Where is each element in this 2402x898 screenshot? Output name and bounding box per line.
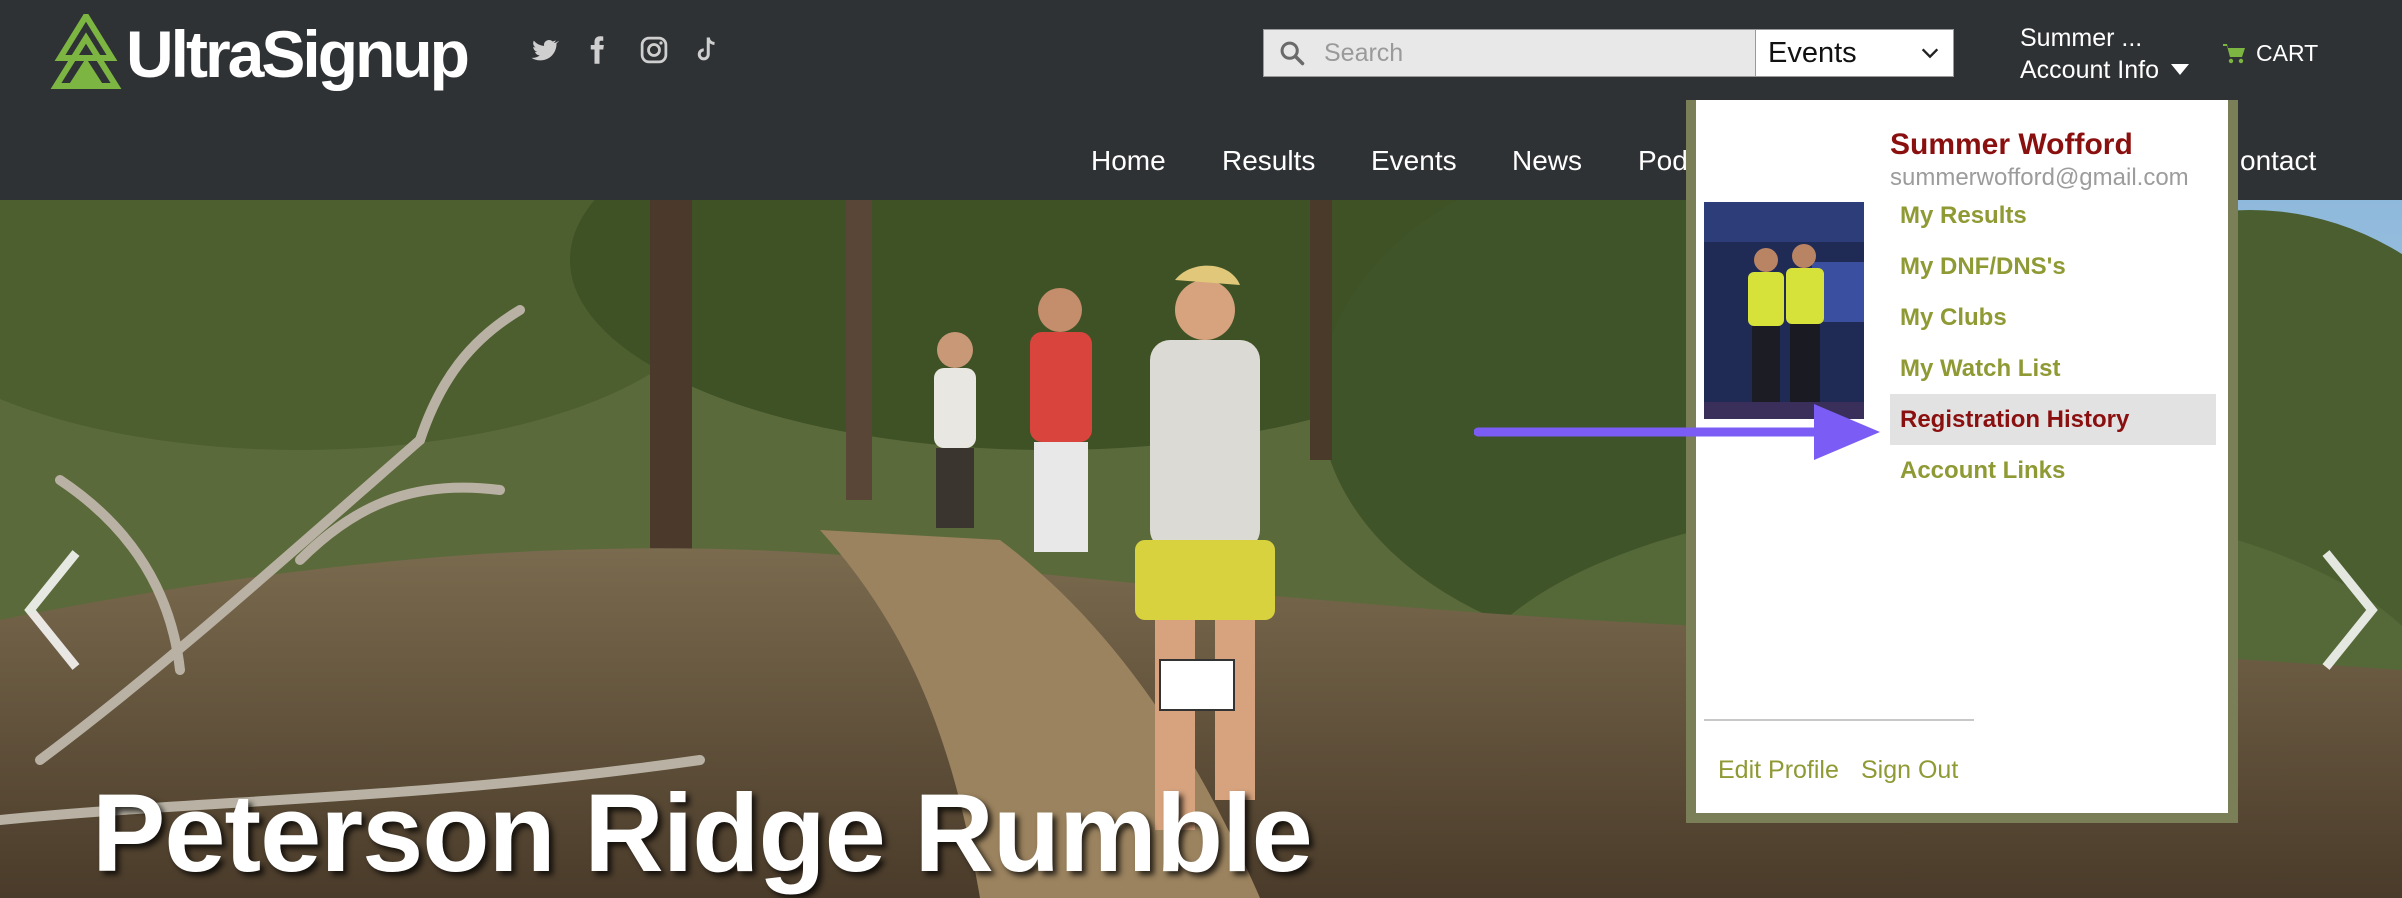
- carousel-prev-button[interactable]: [18, 545, 88, 675]
- tiktok-icon[interactable]: [687, 30, 727, 70]
- menu-item-my-dnf-dns[interactable]: My DNF/DNS's: [1890, 241, 2216, 292]
- search-icon: [1280, 41, 1305, 66]
- chevron-right-icon: [2322, 550, 2378, 670]
- edit-profile-link[interactable]: Edit Profile: [1718, 756, 1839, 785]
- menu-divider: [1704, 719, 1974, 721]
- nav-results[interactable]: Results: [1222, 145, 1315, 177]
- profile-photo[interactable]: [1704, 202, 1864, 419]
- chevron-down-icon: [1921, 48, 1939, 59]
- nav-events[interactable]: Events: [1371, 145, 1457, 177]
- profile-photo-image: [1704, 202, 1864, 419]
- search-category-select[interactable]: Events: [1755, 29, 1954, 77]
- cart-button[interactable]: CART: [2222, 40, 2318, 67]
- logo-text: UltraSignup: [126, 17, 470, 91]
- account-menu-list: My Results My DNF/DNS's My Clubs My Watc…: [1890, 190, 2216, 496]
- menu-item-my-results[interactable]: My Results: [1890, 190, 2216, 241]
- account-user-name: Summer ...: [2020, 24, 2143, 52]
- facebook-icon[interactable]: [577, 30, 617, 70]
- nav-contact[interactable]: ontact: [2240, 145, 2316, 177]
- search-field[interactable]: [1263, 29, 1755, 77]
- cart-icon: [2223, 43, 2245, 63]
- tree-logo-icon: [50, 14, 122, 89]
- nav-home[interactable]: Home: [1091, 145, 1166, 177]
- cart-label: CART: [2256, 40, 2319, 66]
- nav-podcast[interactable]: Pod: [1638, 145, 1688, 177]
- instagram-icon[interactable]: [634, 30, 674, 70]
- search-category-value: Events: [1768, 36, 1857, 69]
- menu-item-account-links[interactable]: Account Links: [1890, 445, 2216, 496]
- ultrasignup-logo[interactable]: UltraSignup: [50, 14, 470, 94]
- menu-item-my-clubs[interactable]: My Clubs: [1890, 292, 2216, 343]
- account-email: summerwofford@gmail.com: [1890, 164, 2189, 191]
- sign-out-link[interactable]: Sign Out: [1861, 756, 1958, 785]
- account-full-name: Summer Wofford: [1890, 128, 2133, 161]
- carousel-next-button[interactable]: [2314, 545, 2384, 675]
- account-menu-toggle[interactable]: Summer ... Account Info: [2020, 22, 2189, 86]
- chevron-left-icon: [24, 550, 80, 670]
- hero-title: Peterson Ridge Rumble: [92, 772, 1313, 895]
- caret-down-icon: [2170, 64, 2189, 75]
- annotation-arrow-icon: [1474, 404, 1880, 460]
- search-input[interactable]: [1324, 38, 1724, 68]
- menu-item-registration-history[interactable]: Registration History: [1890, 394, 2216, 445]
- menu-item-my-watch-list[interactable]: My Watch List: [1890, 343, 2216, 394]
- nav-news[interactable]: News: [1512, 145, 1582, 177]
- twitter-icon[interactable]: [524, 30, 564, 70]
- account-info-label: Account Info: [2020, 56, 2159, 84]
